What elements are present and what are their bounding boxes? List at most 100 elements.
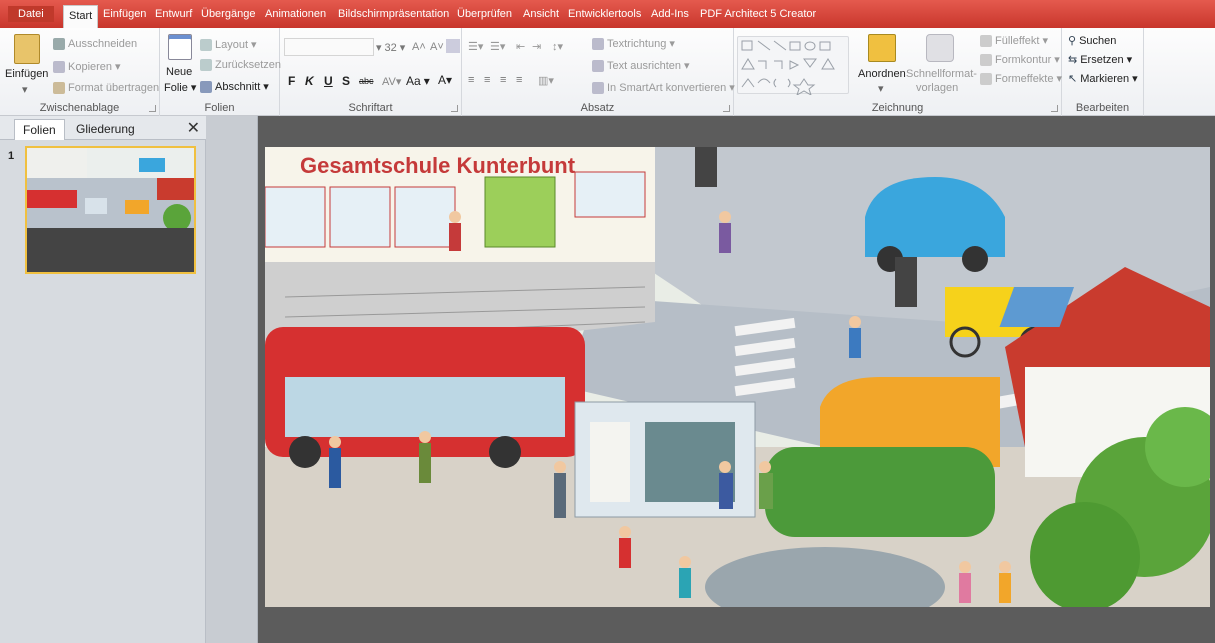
font-color-button[interactable]: A▾ (438, 73, 452, 87)
increase-indent-icon[interactable]: ⇥ (532, 40, 541, 53)
arrange-dropdown-icon[interactable]: ▾ (878, 82, 884, 95)
bullets-icon[interactable]: ☰▾ (468, 40, 483, 53)
strikethrough-button[interactable]: abc (359, 76, 374, 86)
tab-file[interactable]: Datei (8, 6, 54, 22)
shadow-button[interactable]: S (342, 74, 350, 88)
arrange-icon (868, 34, 896, 62)
replace-button[interactable]: ⇆ Ersetzen ▾ (1068, 53, 1132, 67)
paragraph-launcher-icon[interactable] (723, 105, 730, 112)
replace-icon: ⇆ (1068, 54, 1078, 66)
tab-outline-pane[interactable]: Gliederung (68, 119, 143, 140)
find-button[interactable]: ⚲ Suchen (1068, 34, 1116, 48)
tab-addins[interactable]: Add-Ins (651, 8, 689, 20)
font-size-input[interactable]: ▾ 32 ▾ (376, 41, 405, 55)
numbering-icon[interactable]: ☰▾ (490, 40, 505, 53)
text-direction-button[interactable]: Textrichtung ▾ (592, 37, 675, 50)
pane-tabs: Folien Gliederung ✕ (0, 116, 206, 140)
drawing-launcher-icon[interactable] (1051, 105, 1058, 112)
paragraph-group-label: Absatz (580, 102, 615, 114)
bold-button[interactable]: F (288, 74, 295, 88)
tab-slides-pane[interactable]: Folien (14, 119, 65, 140)
tab-design[interactable]: Entwurf (155, 8, 192, 20)
effects-icon (980, 72, 992, 85)
section-button[interactable]: Abschnitt ▾ (200, 80, 269, 93)
ribbon: Einfügen ▾ Ausschneiden Kopieren ▾ Format… (0, 28, 1215, 116)
thumbnail-scene (27, 148, 194, 272)
smartart-button[interactable]: In SmartArt konvertieren ▾ (592, 81, 735, 94)
line-spacing-icon[interactable]: ↕▾ (552, 40, 563, 53)
justify-icon[interactable]: ≡ (516, 74, 522, 86)
slides-group-label: Folien (204, 102, 235, 114)
shape-effects-button[interactable]: Formeffekte ▾ (980, 72, 1062, 85)
drawing-group-label: Zeichnung (871, 102, 924, 114)
section-icon (200, 80, 212, 93)
new-slide-dropdown[interactable]: Folie ▾ (164, 81, 196, 95)
tab-animations[interactable]: Animationen (265, 8, 326, 20)
binoculars-icon: ⚲ (1068, 35, 1077, 47)
align-left-icon[interactable]: ≡ (468, 74, 474, 86)
tab-pdf-architect[interactable]: PDF Architect 5 Creator (700, 8, 816, 20)
clipboard-group-label: Zwischenablage (39, 102, 120, 114)
spacing-button[interactable]: AV▾ (382, 75, 401, 88)
tab-start[interactable]: Start (63, 5, 99, 28)
quick-styles-icon (926, 34, 954, 62)
columns-icon[interactable]: ▥▾ (538, 74, 554, 87)
new-slide-button[interactable]: Neue (166, 66, 192, 78)
shape-fill-button[interactable]: Fülleffekt ▾ (980, 34, 1048, 47)
copy-button[interactable]: Kopieren ▾ (53, 60, 121, 73)
select-button[interactable]: ↖ Markieren ▾ (1068, 72, 1138, 86)
font-launcher-icon[interactable] (451, 105, 458, 112)
font-group-label: Schriftart (348, 102, 393, 114)
cut-button[interactable]: Ausschneiden (53, 38, 137, 50)
new-slide-icon (168, 34, 192, 60)
tab-view[interactable]: Ansicht (523, 8, 559, 20)
tab-slideshow[interactable]: Bildschirmpräsentation (338, 8, 449, 20)
format-painter-button[interactable]: Format übertragen (53, 82, 159, 94)
paste-button[interactable]: Einfügen (5, 68, 48, 80)
slide-thumbnail[interactable] (25, 146, 196, 274)
pane-splitter[interactable] (206, 116, 258, 643)
copy-icon (53, 60, 65, 73)
shapes-icon (741, 40, 835, 97)
tab-developer[interactable]: Entwicklertools (568, 8, 641, 20)
underline-button[interactable]: U (324, 74, 333, 88)
clear-format-icon[interactable] (446, 39, 460, 53)
school-sign: Gesamtschule Kunterbunt (300, 153, 576, 178)
layout-button[interactable]: Layout ▾ (200, 38, 257, 51)
tab-review[interactable]: Überprüfen (457, 8, 512, 20)
align-text-icon (592, 59, 604, 72)
italic-button[interactable]: K (305, 74, 314, 88)
tab-transitions[interactable]: Übergänge (201, 8, 255, 20)
arrange-button[interactable]: Anordnen (858, 68, 906, 80)
align-center-icon[interactable]: ≡ (484, 74, 490, 86)
shape-outline-button[interactable]: Formkontur ▾ (980, 53, 1060, 66)
align-text-button[interactable]: Text ausrichten ▾ (592, 59, 690, 72)
close-pane-icon[interactable]: ✕ (187, 118, 200, 138)
quick-styles-button[interactable]: Schnellformat- (906, 68, 977, 80)
group-editing: ⚲ Suchen ⇆ Ersetzen ▾ ↖ Markieren ▾ Bearbeite… (1062, 28, 1144, 116)
group-paragraph: ☰▾ ☰▾ ⇤ ⇥ ↕▾ ≡ ≡ ≡ ≡ ▥▾ Textrichtung ▾ Te… (462, 28, 735, 116)
slides-pane: Folien Gliederung ✕ 1 (0, 116, 206, 643)
tab-insert[interactable]: Einfügen (103, 8, 146, 20)
quick-styles-label-2: vorlagen (916, 82, 959, 94)
shrink-font-icon[interactable]: A˅ (430, 41, 444, 53)
ribbon-tab-bar: Datei Start Einfügen Entwurf Übergänge A… (0, 0, 1215, 28)
clipboard-launcher-icon[interactable] (149, 105, 156, 112)
group-font: ▾ 32 ▾ A˄ A˅ F K U S abc AV▾ Aa ▾ A▾ Schrif… (280, 28, 462, 116)
paste-dropdown-icon[interactable]: ▾ (22, 83, 28, 96)
shapes-gallery[interactable] (737, 36, 849, 97)
group-slides: Neue Folie ▾ Layout ▾ Zurücksetzen Abschni… (160, 28, 281, 116)
fill-bucket-icon (980, 34, 992, 47)
font-name-input[interactable] (284, 38, 374, 56)
text-direction-icon (592, 37, 604, 50)
decrease-indent-icon[interactable]: ⇤ (516, 40, 525, 53)
cursor-icon: ↖ (1068, 73, 1078, 85)
slide-canvas[interactable]: Gesamtschule Kunterbunt (265, 147, 1210, 607)
smartart-icon (592, 81, 604, 94)
grow-font-icon[interactable]: A˄ (412, 41, 426, 53)
change-case-button[interactable]: Aa ▾ (406, 74, 430, 88)
layout-icon (200, 38, 212, 51)
align-right-icon[interactable]: ≡ (500, 74, 506, 86)
group-clipboard: Einfügen ▾ Ausschneiden Kopieren ▾ Format… (0, 28, 160, 116)
reset-button[interactable]: Zurücksetzen (200, 59, 281, 71)
